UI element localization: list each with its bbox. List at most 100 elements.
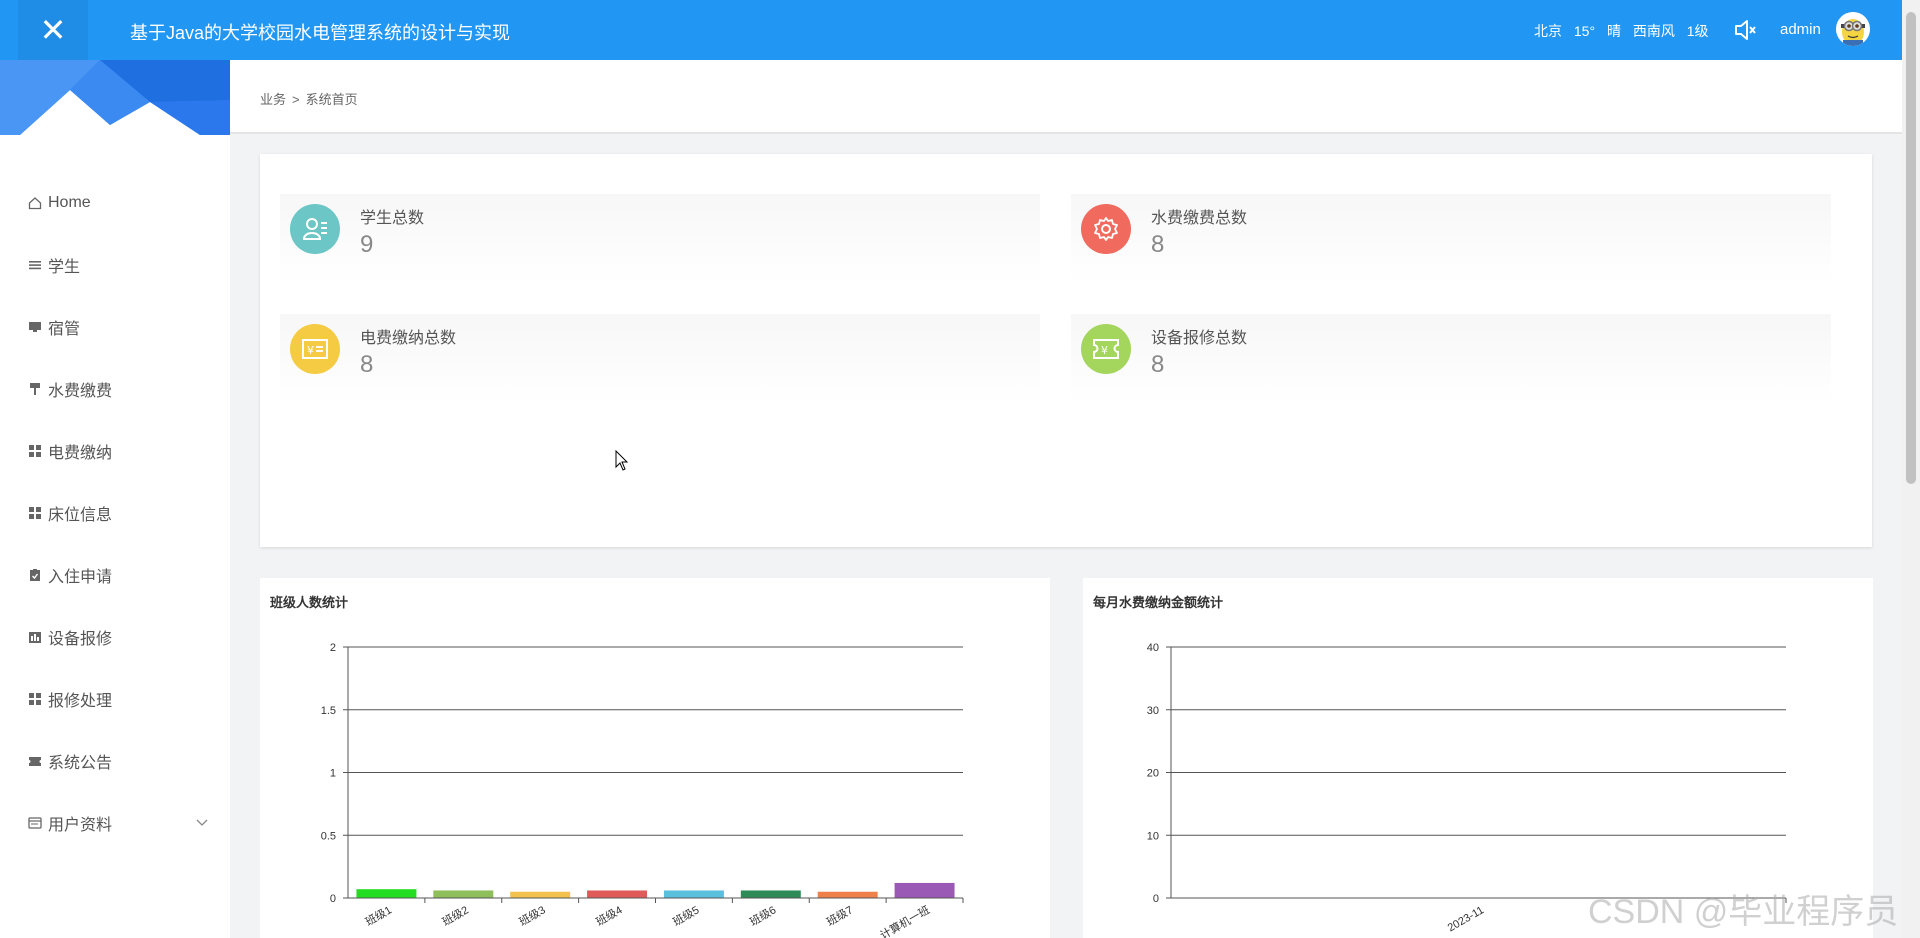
sidebar-item-checkin-application[interactable]: 入住申请	[0, 544, 230, 606]
sidebar-item-equipment-repair[interactable]: 设备报修	[0, 606, 230, 668]
sidebar-item-bed-info[interactable]: 床位信息	[0, 482, 230, 544]
x-tick-label: 班级5	[671, 903, 702, 928]
stat-card-water-fee: 水费缴费总数 8	[1071, 194, 1831, 284]
y-tick-label: 20	[1147, 768, 1159, 780]
sidebar-item-label: 电费缴纳	[48, 445, 113, 462]
list-icon	[29, 261, 41, 270]
top-bar: ✕ 基于Java的大学校园水电管理系统的设计与实现 北京 15° 晴 西南风 1…	[0, 0, 1902, 60]
bar	[587, 890, 648, 898]
stat-label: 电费缴纳总数	[360, 330, 457, 347]
svg-text:¥: ¥	[307, 344, 314, 357]
y-tick-label: 10	[1147, 830, 1159, 842]
mouse-cursor-icon	[615, 450, 629, 471]
y-tick-label: 40	[1147, 642, 1159, 654]
stat-value: 8	[1151, 351, 1165, 378]
x-tick-label: 班级4	[594, 903, 625, 928]
x-tick-label: 班级7	[824, 903, 855, 928]
stat-value: 8	[360, 351, 374, 378]
weather-level: 1级	[1686, 23, 1709, 39]
x-tick-label: 计算机一班	[877, 902, 932, 938]
watermark: CSDN @毕业程序员	[1588, 893, 1899, 931]
gear-icon	[1081, 204, 1131, 254]
y-tick-label: 0	[330, 893, 336, 905]
close-menu-button[interactable]: ✕	[18, 0, 88, 60]
paint-roller-icon	[30, 383, 40, 395]
id-card-icon	[28, 817, 42, 829]
stat-card-electricity-fee: ¥ 电费缴纳总数 8	[280, 314, 1040, 404]
speaker-muted-icon[interactable]	[1732, 17, 1758, 43]
y-tick-label: 0	[1153, 893, 1159, 905]
stat-label: 学生总数	[360, 210, 425, 227]
sidebar-item-label: 学生	[48, 259, 81, 276]
user-card-icon	[290, 204, 340, 254]
stat-value: 9	[360, 231, 374, 258]
y-tick-label: 0.5	[321, 830, 336, 842]
class-count-chart-panel: 班级人数统计 0 0.5 1 1.5 2 班级1 班级2 班级3 班级4 班级5 班级6 班级7 计算机…	[260, 578, 1050, 938]
sidebar: Home 学生 宿管 水费缴费 电费缴纳 床位信息 入住申请 设备报修 报修处理…	[0, 60, 230, 938]
page-scrollbar[interactable]	[1902, 0, 1920, 938]
grid-icon	[29, 507, 41, 519]
x-tick-label: 班级6	[747, 903, 778, 928]
avatar[interactable]	[1836, 12, 1870, 46]
bar	[510, 891, 571, 898]
username[interactable]: admin	[1780, 21, 1821, 38]
sidebar-item-label: 系统公告	[48, 755, 113, 772]
stat-card-equipment-repair: ¥ 设备报修总数 8	[1071, 314, 1831, 404]
sidebar-item-water-fee[interactable]: 水费缴费	[0, 358, 230, 420]
x-tick-label: 班级1	[363, 903, 394, 928]
chart-bar-icon	[29, 632, 41, 643]
clipboard-icon	[30, 569, 40, 581]
sidebar-item-home[interactable]: Home	[0, 172, 230, 234]
sidebar-item-announcements[interactable]: 系统公告	[0, 730, 230, 792]
sidebar-item-label: 设备报修	[48, 631, 113, 648]
stat-value: 8	[1151, 231, 1165, 258]
x-tick-label: 班级3	[517, 903, 548, 928]
bar	[740, 890, 801, 898]
sidebar-item-label: 宿管	[48, 321, 81, 338]
y-tick-label: 1.5	[321, 705, 336, 717]
weather-info: 北京 15° 晴 西南风 1级	[1534, 21, 1717, 41]
svg-text:¥: ¥	[1101, 344, 1108, 357]
sidebar-item-label: 用户资料	[48, 817, 113, 834]
sidebar-item-dorm-manager[interactable]: 宿管	[0, 296, 230, 358]
sidebar-item-label: 入住申请	[48, 569, 113, 586]
bar	[663, 890, 724, 898]
y-tick-label: 2	[330, 642, 336, 654]
x-tick-label: 2023-11	[1446, 904, 1486, 934]
stat-label: 设备报修总数	[1151, 330, 1248, 347]
sidebar-item-repair-handling[interactable]: 报修处理	[0, 668, 230, 730]
grid-icon	[29, 445, 41, 457]
sidebar-item-label: Home	[48, 194, 91, 211]
bar	[433, 890, 494, 898]
weather-condition: 晴	[1606, 23, 1621, 39]
bar	[894, 882, 955, 898]
sidebar-item-electricity-fee[interactable]: 电费缴纳	[0, 420, 230, 482]
sidebar-item-user-profile[interactable]: 用户资料	[0, 792, 230, 854]
scrollbar-thumb[interactable]	[1906, 12, 1916, 484]
breadcrumb-parent[interactable]: 业务	[260, 92, 286, 107]
bar	[356, 889, 417, 898]
sidebar-banner	[0, 60, 230, 135]
monitor-icon	[29, 322, 41, 332]
breadcrumb-separator: >	[292, 92, 300, 107]
minion-avatar-icon	[1836, 12, 1870, 46]
weather-temperature: 15°	[1573, 23, 1596, 39]
breadcrumb-current: 系统首页	[305, 92, 358, 107]
grid-icon	[29, 693, 41, 705]
y-tick-label: 30	[1147, 705, 1159, 717]
y-tick-label: 1	[330, 768, 336, 780]
sidebar-item-students[interactable]: 学生	[0, 234, 230, 296]
ticket-icon	[29, 757, 41, 766]
app-title: 基于Java的大学校园水电管理系统的设计与实现	[130, 23, 511, 43]
x-tick-label: 班级2	[440, 903, 471, 928]
sidebar-menu: Home 学生 宿管 水费缴费 电费缴纳 床位信息 入住申请 设备报修 报修处理…	[0, 172, 230, 854]
sidebar-item-label: 床位信息	[48, 507, 113, 524]
yen-ticket-icon: ¥	[1081, 324, 1131, 374]
weather-wind: 西南风	[1632, 23, 1675, 39]
class-count-chart: 0 0.5 1 1.5 2 班级1 班级2 班级3 班级4 班级5 班级6 班级7 计算机一班	[321, 642, 964, 938]
stat-label: 水费缴费总数	[1151, 210, 1248, 227]
stat-card-students: 学生总数 9	[280, 194, 1040, 284]
bar	[817, 891, 878, 898]
close-icon: ✕	[39, 12, 67, 48]
yen-card-icon: ¥	[290, 324, 340, 374]
